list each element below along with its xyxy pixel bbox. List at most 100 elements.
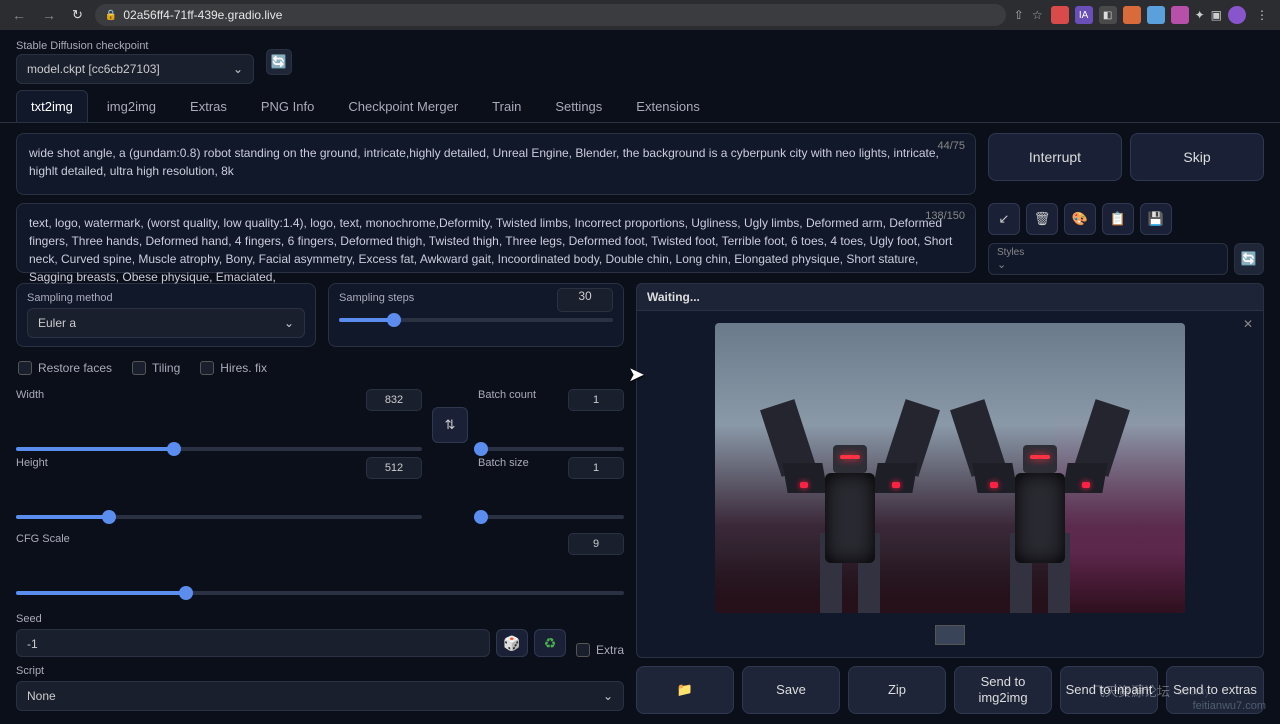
sampling-method-panel: Sampling method Euler a ⌄: [16, 283, 316, 347]
trash-button[interactable]: 🗑: [1026, 203, 1058, 235]
sampling-steps-panel: Sampling steps 30: [328, 283, 624, 347]
batch-count-slider[interactable]: [478, 447, 624, 451]
watermark-1: 飞天资源论坛: [1092, 681, 1170, 700]
batch-count-input[interactable]: 1: [568, 389, 624, 411]
width-label: Width: [16, 389, 44, 401]
batch-count-label: Batch count: [478, 389, 536, 401]
url-text: 02a56ff4-71ff-439e.gradio.live: [123, 8, 282, 22]
restore-faces-checkbox[interactable]: Restore faces: [18, 361, 112, 375]
clipboard-button[interactable]: 📋: [1102, 203, 1134, 235]
tab-img2img[interactable]: img2img: [92, 90, 171, 122]
skip-button[interactable]: Skip: [1130, 133, 1264, 181]
refresh-checkpoint-button[interactable]: 🔄: [266, 49, 292, 75]
star-icon[interactable]: ☆: [1032, 8, 1043, 22]
interrupt-button[interactable]: Interrupt: [988, 133, 1122, 181]
checkpoint-row: Stable Diffusion checkpoint model.ckpt […: [0, 30, 1280, 90]
tab-train[interactable]: Train: [477, 90, 536, 122]
sampling-method-label: Sampling method: [27, 292, 305, 304]
back-icon[interactable]: ←: [8, 7, 30, 23]
extra-seed-checkbox[interactable]: Extra: [576, 643, 624, 657]
checkpoint-label: Stable Diffusion checkpoint: [16, 40, 254, 52]
arrow-button[interactable]: ↙: [988, 203, 1020, 235]
share-icon[interactable]: ⇧: [1014, 8, 1024, 22]
ext-icon-ia[interactable]: IA: [1075, 6, 1093, 24]
chevron-down-icon: ⌄: [233, 62, 243, 76]
checkpoint-value: model.ckpt [cc6cb27103]: [27, 62, 160, 76]
robot-right: [965, 373, 1115, 613]
script-label: Script: [16, 665, 624, 677]
chevron-down-icon: ⌄: [997, 258, 1219, 271]
tab-checkpoint-merger[interactable]: Checkpoint Merger: [333, 90, 473, 122]
panel-icon[interactable]: ▣: [1211, 8, 1222, 22]
sampling-steps-input[interactable]: 30: [557, 288, 613, 312]
reload-icon[interactable]: ↻: [68, 7, 87, 23]
tab-pnginfo[interactable]: PNG Info: [246, 90, 329, 122]
swap-dimensions-button[interactable]: ⇅: [432, 407, 468, 443]
script-value: None: [27, 689, 56, 703]
preview-image[interactable]: [715, 323, 1185, 613]
sampling-method-select[interactable]: Euler a ⌄: [27, 308, 305, 338]
sampling-steps-slider[interactable]: [339, 318, 613, 322]
ext-icon-5[interactable]: [1147, 6, 1165, 24]
url-bar[interactable]: 🔒 02a56ff4-71ff-439e.gradio.live: [95, 4, 1006, 26]
hires-fix-checkbox[interactable]: Hires. fix: [200, 361, 267, 375]
thumbnail[interactable]: [935, 625, 965, 645]
width-input[interactable]: 832: [366, 389, 422, 411]
cfg-label: CFG Scale: [16, 533, 70, 545]
width-slider[interactable]: [16, 447, 422, 451]
send-to-img2img-button[interactable]: Send to img2img: [954, 666, 1052, 714]
height-label: Height: [16, 457, 48, 469]
styles-select[interactable]: Styles ⌄: [988, 243, 1228, 275]
batch-size-input[interactable]: 1: [568, 457, 624, 479]
main-content: 44/75 wide shot angle, a (gundam:0.8) ro…: [0, 123, 1280, 724]
random-seed-button[interactable]: 🎲: [496, 629, 528, 657]
ext-icon-1[interactable]: [1051, 6, 1069, 24]
script-select[interactable]: None ⌄: [16, 681, 624, 711]
neg-prompt-token-count: 138/150: [925, 208, 965, 225]
chevron-down-icon: ⌄: [603, 689, 613, 703]
tab-extras[interactable]: Extras: [175, 90, 242, 122]
chevron-down-icon: ⌄: [284, 316, 294, 330]
styles-label: Styles: [997, 247, 1219, 258]
cfg-input[interactable]: 9: [568, 533, 624, 555]
refresh-styles-button[interactable]: 🔄: [1234, 243, 1264, 275]
seed-input[interactable]: -1: [16, 629, 490, 657]
batch-size-label: Batch size: [478, 457, 529, 469]
height-input[interactable]: 512: [366, 457, 422, 479]
checkbox-row: Restore faces Tiling Hires. fix: [16, 355, 624, 381]
height-slider[interactable]: [16, 515, 422, 519]
browser-chrome: ← → ↻ 🔒 02a56ff4-71ff-439e.gradio.live ⇧…: [0, 0, 1280, 30]
art-button[interactable]: 🎨: [1064, 203, 1096, 235]
close-preview-button[interactable]: ✕: [1243, 317, 1253, 331]
prompt-input[interactable]: 44/75 wide shot angle, a (gundam:0.8) ro…: [16, 133, 976, 195]
menu-icon[interactable]: ⋮: [1252, 8, 1272, 22]
preview-body: ✕: [636, 311, 1264, 658]
save-style-button[interactable]: 💾: [1140, 203, 1172, 235]
sampling-method-value: Euler a: [38, 316, 76, 330]
prompt-text: wide shot angle, a (gundam:0.8) robot st…: [29, 146, 939, 178]
negative-prompt-input[interactable]: 138/150 text, logo, watermark, (worst qu…: [16, 203, 976, 273]
tab-settings[interactable]: Settings: [540, 90, 617, 122]
tab-bar: txt2img img2img Extras PNG Info Checkpoi…: [0, 90, 1280, 123]
cfg-slider[interactable]: [16, 591, 624, 595]
checkpoint-select[interactable]: model.ckpt [cc6cb27103] ⌄: [16, 54, 254, 84]
forward-icon[interactable]: →: [38, 7, 60, 23]
ext-icon-4[interactable]: [1123, 6, 1141, 24]
puzzle-icon[interactable]: ✦: [1195, 8, 1205, 22]
extension-icons: IA ◧ ✦ ▣ ⋮: [1051, 6, 1272, 24]
open-folder-button[interactable]: 📁: [636, 666, 734, 714]
profile-icon[interactable]: [1228, 6, 1246, 24]
watermark-2: feitianwu7.com: [1193, 700, 1266, 712]
save-button[interactable]: Save: [742, 666, 840, 714]
reuse-seed-button[interactable]: ♻: [534, 629, 566, 657]
ext-icon-6[interactable]: [1171, 6, 1189, 24]
seed-label: Seed: [16, 613, 624, 625]
batch-size-slider[interactable]: [478, 515, 624, 519]
tiling-checkbox[interactable]: Tiling: [132, 361, 180, 375]
watermark-3: udemy: [1177, 686, 1210, 698]
tab-txt2img[interactable]: txt2img: [16, 90, 88, 122]
ext-icon-3[interactable]: ◧: [1099, 6, 1117, 24]
robot-left: [775, 373, 925, 613]
tab-extensions[interactable]: Extensions: [621, 90, 715, 122]
zip-button[interactable]: Zip: [848, 666, 946, 714]
